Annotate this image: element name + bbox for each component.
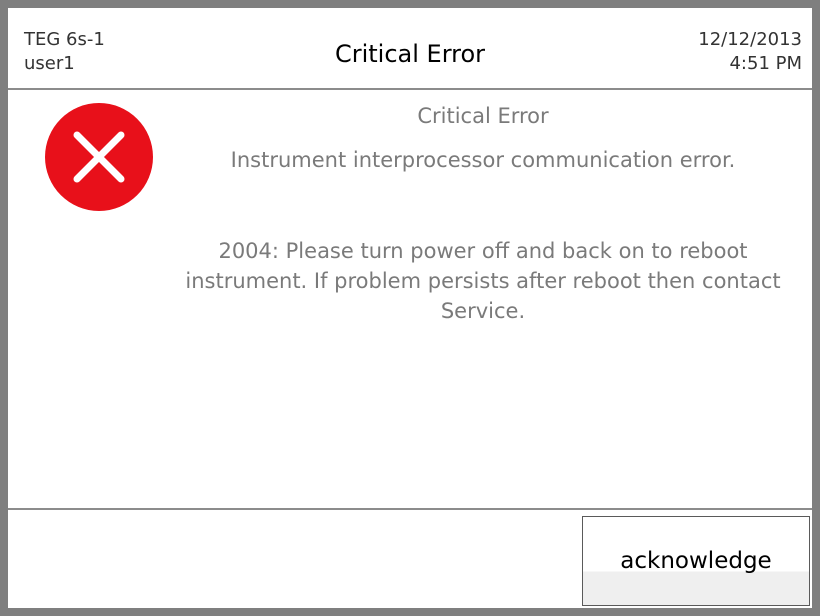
date-label: 12/12/2013 <box>698 29 802 50</box>
message-area: Critical Error Instrument interprocessor… <box>8 90 812 508</box>
time-label: 4:51 PM <box>729 53 802 74</box>
header-bar: TEG 6s-1 user1 Critical Error 12/12/2013… <box>8 8 812 90</box>
header-right: 12/12/2013 4:51 PM <box>698 28 802 76</box>
footer-bar: acknowledge <box>8 508 812 608</box>
acknowledge-button[interactable]: acknowledge <box>582 516 810 606</box>
message-title: Critical Error <box>417 104 549 128</box>
error-x-icon <box>45 103 153 211</box>
page-title: Critical Error <box>334 40 486 68</box>
dialog-frame: TEG 6s-1 user1 Critical Error 12/12/2013… <box>0 0 820 616</box>
message-body: 2004: Please turn power off and back on … <box>185 239 781 323</box>
message-summary: Instrument interprocessor communication … <box>230 148 736 172</box>
